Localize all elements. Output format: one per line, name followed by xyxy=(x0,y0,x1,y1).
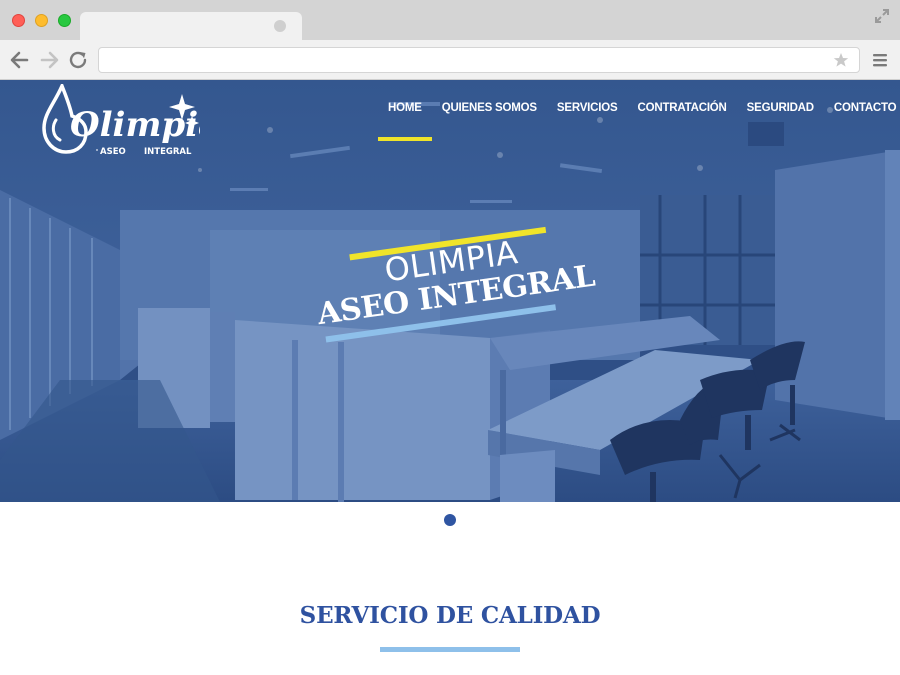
browser-tab[interactable] xyxy=(80,12,302,40)
star-icon[interactable] xyxy=(833,52,849,68)
arrow-left-icon[interactable] xyxy=(8,50,30,70)
browser-chrome xyxy=(0,0,900,80)
close-window-button[interactable] xyxy=(12,14,25,27)
nav-item-servicios[interactable]: SERVICIOS xyxy=(547,102,628,142)
nav-item-seguridad[interactable]: SEGURIDAD xyxy=(737,102,824,142)
minimize-window-button[interactable] xyxy=(35,14,48,27)
nav-item-contratacion[interactable]: CONTRATACIÓN xyxy=(628,102,737,142)
section-title-underline xyxy=(380,647,520,652)
maximize-window-button[interactable] xyxy=(58,14,71,27)
nav-item-contacto[interactable]: CONTACTO xyxy=(824,102,900,142)
expand-icon[interactable] xyxy=(874,8,890,24)
section-title: SERVICIO DE CALIDAD xyxy=(299,602,601,629)
logo-tagline-aseo: ASEO xyxy=(100,147,126,157)
address-bar[interactable] xyxy=(98,47,860,73)
slider-dot-active[interactable] xyxy=(444,514,456,526)
nav-item-quienes-somos[interactable]: QUIENES SOMOS xyxy=(432,102,547,142)
tab-bar xyxy=(0,0,900,40)
nav-item-home[interactable]: HOME xyxy=(378,102,432,142)
olimpia-logo[interactable]: Olimpia ASEO INTEGRAL xyxy=(40,84,200,160)
reload-icon[interactable] xyxy=(68,50,90,70)
arrow-right-icon[interactable] xyxy=(39,50,61,70)
tab-close-button[interactable] xyxy=(274,20,286,32)
browser-toolbar xyxy=(0,40,900,80)
logo-tagline-integral: INTEGRAL xyxy=(144,147,192,157)
url-input[interactable] xyxy=(99,48,799,72)
main-navigation: HOME QUIENES SOMOS SERVICIOS CONTRATACIÓ… xyxy=(378,102,900,142)
hamburger-menu-icon[interactable] xyxy=(872,52,888,68)
